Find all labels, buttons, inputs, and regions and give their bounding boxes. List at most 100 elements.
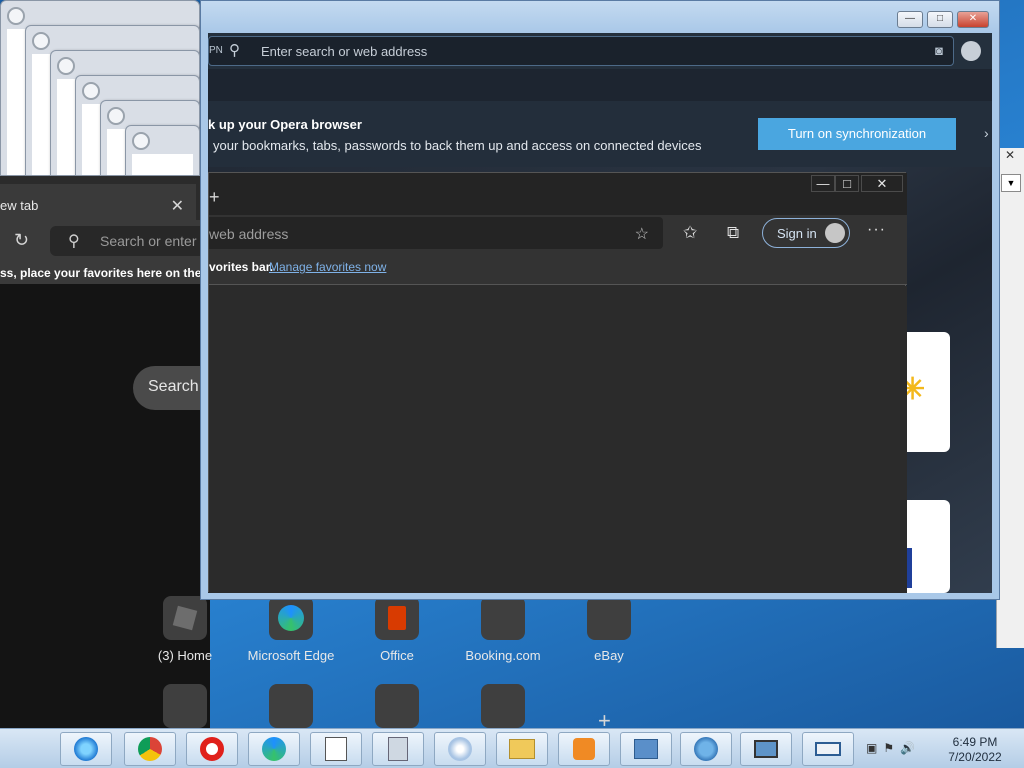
window-icon	[32, 32, 50, 50]
chevron-right-icon[interactable]: ›	[984, 125, 989, 141]
minimize-button[interactable]: —	[897, 11, 923, 28]
taskbar-internet-explorer[interactable]	[60, 732, 112, 766]
taskbar-remote[interactable]	[740, 732, 792, 766]
window-icon	[57, 57, 75, 75]
camera-icon[interactable]: ◙	[935, 43, 943, 58]
chrome-icon	[138, 737, 162, 761]
office-logo-icon	[375, 596, 419, 640]
taskbar-drive[interactable]	[802, 732, 854, 766]
tab-bar: ew tab ✕	[0, 176, 210, 220]
document-window-icon	[325, 737, 347, 761]
speed-dial-empty-tile[interactable]	[375, 684, 419, 728]
search-icon: ⚲	[229, 42, 240, 59]
play-icon	[573, 738, 595, 760]
close-button[interactable]: ✕	[861, 175, 903, 192]
taskbar-explorer[interactable]	[496, 732, 548, 766]
favorites-bar: vorites bar. Manage favorites now	[209, 251, 907, 285]
taskbar-task-app[interactable]	[680, 732, 732, 766]
speed-dial-label: (3) Home	[157, 648, 213, 663]
toolbar: web address ☆ ✩ ⧉ Sign in ···	[209, 215, 907, 251]
ebay-tile-icon	[587, 596, 631, 640]
address-input[interactable]: PN ⚲ Enter search or web address ◙	[208, 36, 954, 66]
reload-icon[interactable]: ↻	[14, 230, 29, 251]
clock[interactable]: 6:49 PM 7/20/2022	[940, 735, 1010, 765]
taskbar-media[interactable]	[434, 732, 486, 766]
speed-dial-booking[interactable]: Booking.com	[458, 596, 548, 663]
manage-favorites-link[interactable]: Manage favorites now	[269, 260, 386, 274]
close-tab-icon[interactable]: ✕	[171, 196, 184, 216]
speed-dial-empty-tile[interactable]	[163, 684, 207, 728]
window-icon	[82, 82, 100, 100]
control-panel-icon	[634, 739, 658, 759]
profile-avatar-icon[interactable]	[961, 41, 981, 61]
speed-dial-microsoft-edge[interactable]: Microsoft Edge	[246, 596, 336, 663]
speed-dial-ebay[interactable]: eBay	[564, 596, 654, 663]
globe-check-icon	[694, 737, 718, 761]
taskbar-opera[interactable]	[186, 732, 238, 766]
clock-time: 6:49 PM	[952, 735, 998, 749]
taskbar-app[interactable]	[310, 732, 362, 766]
search-icon: ⚲	[68, 233, 80, 250]
speed-dial-office[interactable]: Office	[352, 596, 442, 663]
cascaded-window[interactable]	[125, 125, 200, 176]
sync-title: k up your Opera browser	[208, 117, 362, 132]
tab-new-tab[interactable]: ew tab ✕	[0, 184, 196, 220]
monitor-icon	[754, 740, 778, 758]
collections-icon[interactable]: ⧉	[727, 223, 739, 243]
taskbar-calculator[interactable]	[372, 732, 424, 766]
drive-icon	[815, 742, 841, 756]
window-icon	[132, 132, 150, 150]
address-bar: ↻ ⚲ Search or enter	[0, 220, 210, 262]
booking-tile-icon	[481, 596, 525, 640]
favorites-hint: ss, place your favorites here on the fa	[0, 262, 210, 284]
speed-dial-home[interactable]: (3) Home	[140, 596, 230, 663]
speed-dial-label: eBay	[594, 648, 624, 663]
window-title-bar[interactable]: + — □ ✕	[209, 173, 907, 215]
speed-dial-empty-tile[interactable]	[269, 684, 313, 728]
dropdown-arrow-icon[interactable]: ▼	[1001, 174, 1021, 192]
edge-icon	[262, 737, 286, 761]
speed-dial-empty-tile[interactable]	[481, 684, 525, 728]
address-input[interactable]: ⚲ Search or enter	[50, 226, 210, 256]
taskbar-media-player[interactable]	[558, 732, 610, 766]
taskbar-edge[interactable]	[248, 732, 300, 766]
new-tab-page	[209, 286, 907, 593]
sync-banner: k up your Opera browser your bookmarks, …	[208, 101, 992, 167]
clock-date: 7/20/2022	[948, 750, 1002, 764]
sync-subtitle: your bookmarks, tabs, passwords to back …	[213, 138, 702, 153]
turn-on-sync-button[interactable]: Turn on synchronization	[758, 118, 956, 150]
internet-explorer-icon	[74, 737, 98, 761]
taskbar-chrome[interactable]	[124, 732, 176, 766]
edge-logo-icon	[269, 596, 313, 640]
close-icon[interactable]: ✕	[1005, 148, 1015, 162]
new-tab-icon[interactable]: +	[209, 187, 220, 208]
system-tray-icons[interactable]: ▣⚑🔊	[866, 741, 921, 755]
background-window-fragment[interactable]: ✕ ▼	[996, 148, 1024, 648]
vpn-badge[interactable]: PN	[209, 45, 223, 56]
maximize-button[interactable]: □	[927, 11, 953, 28]
window-title-bar[interactable]: — □ ✕	[201, 1, 999, 33]
maximize-button[interactable]: □	[835, 175, 859, 192]
taskbar-control-panel[interactable]	[620, 732, 672, 766]
minimize-button[interactable]: —	[811, 175, 835, 192]
address-row: PN ⚲ Enter search or web address ◙	[208, 33, 992, 69]
address-placeholder: Enter search or web address	[261, 44, 428, 59]
address-placeholder: Search or enter	[100, 233, 197, 249]
sign-in-button[interactable]: Sign in	[762, 218, 850, 248]
edge-browser-window: + — □ ✕ web address ☆ ✩ ⧉ Sign in ··· vo…	[208, 172, 907, 593]
more-options-icon[interactable]: ···	[867, 221, 886, 239]
folder-icon	[509, 739, 535, 759]
opera-icon	[200, 737, 224, 761]
window-icon	[107, 107, 125, 125]
address-input[interactable]: web address ☆	[209, 217, 663, 249]
taskbar: ▣⚑🔊 6:49 PM 7/20/2022	[0, 728, 1024, 768]
close-button[interactable]: ✕	[957, 11, 989, 28]
sign-in-label: Sign in	[777, 226, 817, 241]
favorites-star-icon[interactable]: ✩	[683, 223, 697, 243]
calculator-icon	[388, 737, 408, 761]
add-favorite-star-icon[interactable]: ☆	[635, 224, 649, 244]
address-placeholder: web address	[209, 226, 289, 242]
speed-dial-label: Booking.com	[465, 648, 541, 663]
tab-title: ew tab	[0, 198, 39, 213]
window-icon	[7, 7, 25, 25]
